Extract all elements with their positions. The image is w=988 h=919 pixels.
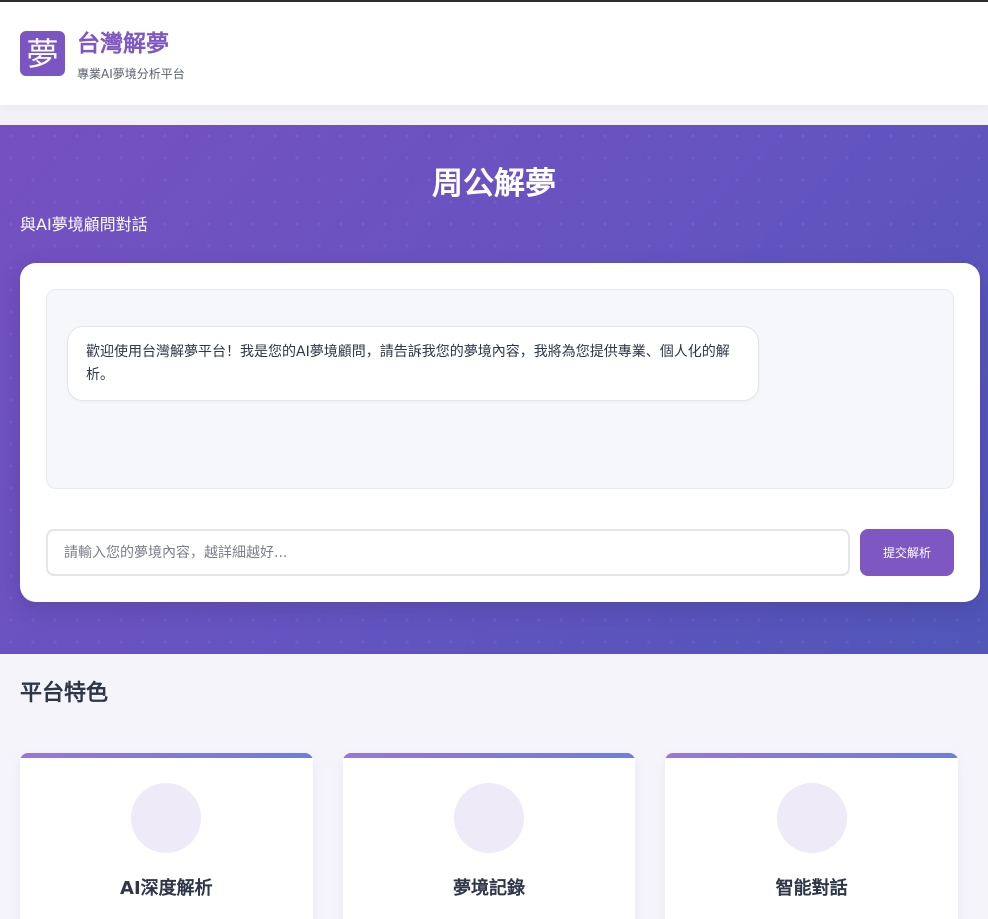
- feature-icon-circle: [131, 783, 202, 853]
- logo-icon[interactable]: 夢: [20, 31, 65, 76]
- dream-input[interactable]: [46, 529, 850, 576]
- feature-card-title: 智能對話: [775, 878, 848, 899]
- feature-icon-circle: [776, 783, 847, 853]
- feature-card-dream-journal: 夢境記錄: [342, 753, 636, 919]
- header-spacer: [0, 105, 988, 125]
- feature-card-ai-analysis: AI深度解析: [20, 753, 313, 919]
- assistant-message-bubble: 歡迎使用台灣解夢平台！我是您的AI夢境顧問，請告訴我您的夢境內容，我將為您提供專…: [67, 326, 759, 401]
- feature-card-title: 夢境記錄: [453, 878, 525, 899]
- site-header: 夢 台灣解夢 專業AI夢境分析平台: [0, 2, 988, 105]
- feature-card-smart-chat: 智能對話: [665, 753, 959, 919]
- brand-title[interactable]: 台灣解夢: [77, 30, 185, 58]
- hero-subtitle: 與AI夢境顧問對話: [20, 215, 148, 234]
- feature-icon-circle: [454, 783, 524, 853]
- feature-card-title: AI深度解析: [120, 878, 213, 899]
- chat-input-row: 提交解析: [46, 529, 954, 576]
- brand: 台灣解夢 專業AI夢境分析平台: [77, 30, 185, 81]
- features-title: 平台特色: [20, 681, 109, 706]
- features-section: 平台特色 AI深度解析 夢境記錄 智能對話: [0, 654, 988, 919]
- submit-analysis-button[interactable]: 提交解析: [860, 529, 954, 576]
- brand-subtitle: 專業AI夢境分析平台: [77, 67, 185, 81]
- chat-card: 歡迎使用台灣解夢平台！我是您的AI夢境顧問，請告訴我您的夢境內容，我將為您提供專…: [20, 263, 980, 602]
- hero-section: 周公解夢 與AI夢境顧問對話 歡迎使用台灣解夢平台！我是您的AI夢境顧問，請告訴…: [0, 125, 988, 654]
- feature-cards: AI深度解析 夢境記錄 智能對話: [20, 753, 988, 919]
- hero-title: 周公解夢: [432, 166, 556, 202]
- chat-messages[interactable]: 歡迎使用台灣解夢平台！我是您的AI夢境顧問，請告訴我您的夢境內容，我將為您提供專…: [46, 289, 954, 489]
